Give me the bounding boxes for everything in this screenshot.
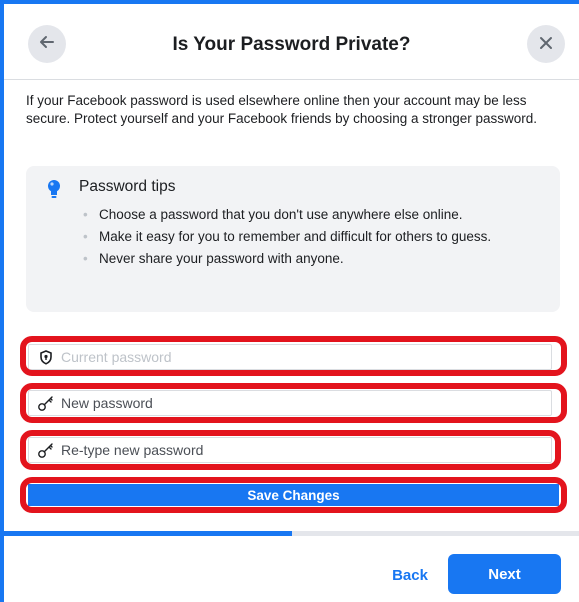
tips-list: Choose a password that you don't use any… [83, 206, 543, 272]
arrow-left-icon [38, 33, 56, 55]
close-icon [538, 33, 554, 55]
current-password-field[interactable] [28, 344, 552, 370]
tip-item: Make it easy for you to remember and dif… [83, 228, 543, 246]
back-arrow-button[interactable] [28, 25, 66, 63]
password-tips-panel: Password tips Choose a password that you… [26, 166, 560, 312]
shield-icon [35, 347, 57, 367]
key-icon [35, 393, 57, 413]
new-password-input[interactable] [57, 392, 551, 414]
tip-item: Choose a password that you don't use any… [83, 206, 543, 224]
tip-item: Never share your password with anyone. [83, 250, 543, 268]
new-password-field[interactable] [28, 390, 552, 416]
next-button[interactable]: Next [448, 554, 561, 594]
lightbulb-icon [46, 179, 62, 204]
tips-title: Password tips [79, 178, 176, 195]
key-icon [35, 440, 57, 460]
save-changes-button[interactable]: Save Changes [28, 484, 559, 506]
close-button[interactable] [527, 25, 565, 63]
intro-text: If your Facebook password is used elsewh… [26, 93, 538, 126]
progress-bar [4, 531, 579, 536]
current-password-input[interactable] [57, 346, 551, 368]
progress-fill [4, 531, 292, 536]
retype-password-field[interactable] [28, 437, 552, 463]
back-button[interactable]: Back [380, 558, 440, 592]
dialog-header: Is Your Password Private? [4, 4, 579, 80]
retype-password-input[interactable] [57, 439, 551, 461]
dialog-title: Is Your Password Private? [172, 34, 411, 55]
